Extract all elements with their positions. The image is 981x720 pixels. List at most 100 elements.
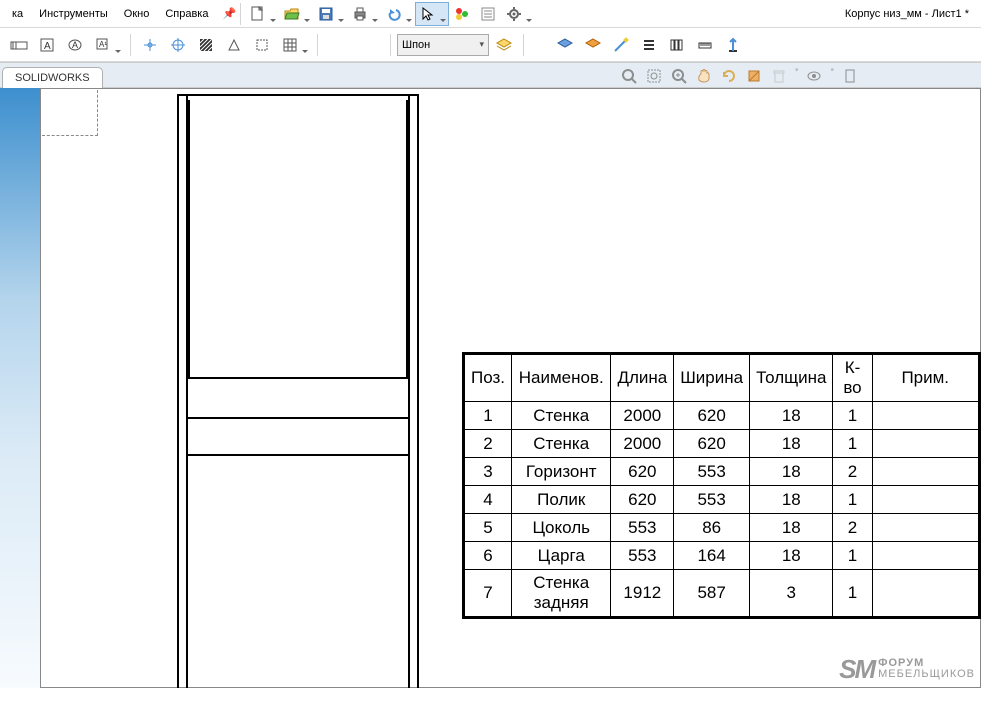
watermark-logo: SM [839,656,874,682]
separator [523,34,524,56]
header-width: Ширина [674,355,750,402]
cursor-button[interactable] [415,2,449,26]
cell-wid: 620 [674,402,750,430]
centermark-icon[interactable] [137,33,163,57]
cell-name: Стенка [512,430,611,458]
cell-qty: 1 [833,542,872,570]
cell-name: Стенка [512,402,611,430]
area-select-icon[interactable] [249,33,275,57]
pin-icon[interactable]: 📌 [222,7,236,20]
table-row[interactable]: 1Стенка2000620181 [465,402,979,430]
hatch-icon[interactable] [193,33,219,57]
new-doc-button[interactable] [245,2,279,26]
rotate-icon[interactable] [718,65,740,87]
rebuild-button[interactable] [449,2,475,26]
header-name: Наименов. [512,355,611,402]
triangle-icon[interactable] [221,33,247,57]
cell-pos: 5 [465,514,512,542]
zoom-fit-icon[interactable] [618,65,640,87]
menu-help[interactable]: Справка [157,4,216,24]
cell-qty: 1 [833,402,872,430]
table-button[interactable] [277,33,311,57]
cell-wid: 164 [674,542,750,570]
separator [130,34,131,56]
view-toolbar: • • [618,65,861,87]
cell-wid: 587 [674,570,750,617]
section-icon[interactable] [743,65,765,87]
bom-table[interactable]: Поз. Наименов. Длина Ширина Толщина К-во… [462,352,981,619]
svg-text:A: A [44,41,51,52]
table-row[interactable]: 3Горизонт620553182 [465,458,979,486]
table-row[interactable]: 4Полик620553181 [465,486,979,514]
tab-solidworks[interactable]: SOLIDWORKS [2,67,103,88]
cell-th: 18 [750,458,833,486]
cell-note [872,430,978,458]
cell-th: 18 [750,486,833,514]
menu-file-partial[interactable]: ка [4,4,31,24]
table-row[interactable]: 7Стенка задняя191258731 [465,570,979,617]
columns-icon[interactable] [664,33,690,57]
table-row[interactable]: 5Цоколь55386182 [465,514,979,542]
undo-button[interactable] [381,2,415,26]
centerline-icon[interactable] [165,33,191,57]
separator [240,3,241,25]
cell-pos: 4 [465,486,512,514]
cell-th: 18 [750,542,833,570]
separator: • [795,65,799,87]
cell-note [872,486,978,514]
cell-pos: 2 [465,430,512,458]
align-icon[interactable] [636,33,662,57]
open-button[interactable] [279,2,313,26]
cell-pos: 7 [465,570,512,617]
cell-pos: 6 [465,542,512,570]
cell-note [872,458,978,486]
drawing-canvas[interactable]: Поз. Наименов. Длина Ширина Толщина К-во… [0,88,981,688]
trash-icon[interactable] [768,65,790,87]
svg-text:A: A [72,40,78,50]
cell-th: 18 [750,430,833,458]
ruler-icon[interactable] [692,33,718,57]
layers-icon[interactable] [491,33,517,57]
header-thickness: Толщина [750,355,833,402]
note-icon[interactable]: A [34,33,60,57]
cell-name: Полик [512,486,611,514]
save-button[interactable] [313,2,347,26]
more-icon[interactable] [839,65,861,87]
cell-wid: 86 [674,514,750,542]
cell-wid: 620 [674,430,750,458]
cell-len: 620 [611,458,674,486]
table-row[interactable]: 2Стенка2000620181 [465,430,979,458]
table-row[interactable]: 6Царга553164181 [465,542,979,570]
annotation-icon[interactable]: A [62,33,88,57]
menu-window[interactable]: Окно [116,4,158,24]
menu-tools[interactable]: Инструменты [31,4,116,24]
visibility-icon[interactable] [803,65,825,87]
dimension-icon[interactable] [6,33,32,57]
cell-len: 2000 [611,430,674,458]
options-button[interactable] [475,2,501,26]
watermark-line2: МЕБЕЛЬЩИКОВ [878,668,975,680]
cell-name: Стенка задняя [512,570,611,617]
cell-wid: 553 [674,458,750,486]
print-button[interactable] [347,2,381,26]
zoom-icon[interactable] [668,65,690,87]
cell-th: 3 [750,570,833,617]
separator [317,34,318,56]
cell-len: 2000 [611,402,674,430]
material-dropdown[interactable]: Шпон [397,34,489,56]
layer1-icon[interactable] [552,33,578,57]
header-pos: Поз. [465,355,512,402]
balloon-icon[interactable]: A¹ [90,33,124,57]
height-icon[interactable] [720,33,746,57]
zoom-area-icon[interactable] [643,65,665,87]
cell-len: 553 [611,542,674,570]
table-header-row: Поз. Наименов. Длина Ширина Толщина К-во… [465,355,979,402]
cell-len: 1912 [611,570,674,617]
edit-line-icon[interactable] [608,33,634,57]
watermark: SM ФОРУММЕБЕЛЬЩИКОВ [839,656,975,682]
pan-icon[interactable] [693,65,715,87]
layer2-icon[interactable] [580,33,606,57]
cell-qty: 1 [833,430,872,458]
settings-button[interactable] [501,2,535,26]
material-dropdown-value: Шпон [402,39,430,51]
